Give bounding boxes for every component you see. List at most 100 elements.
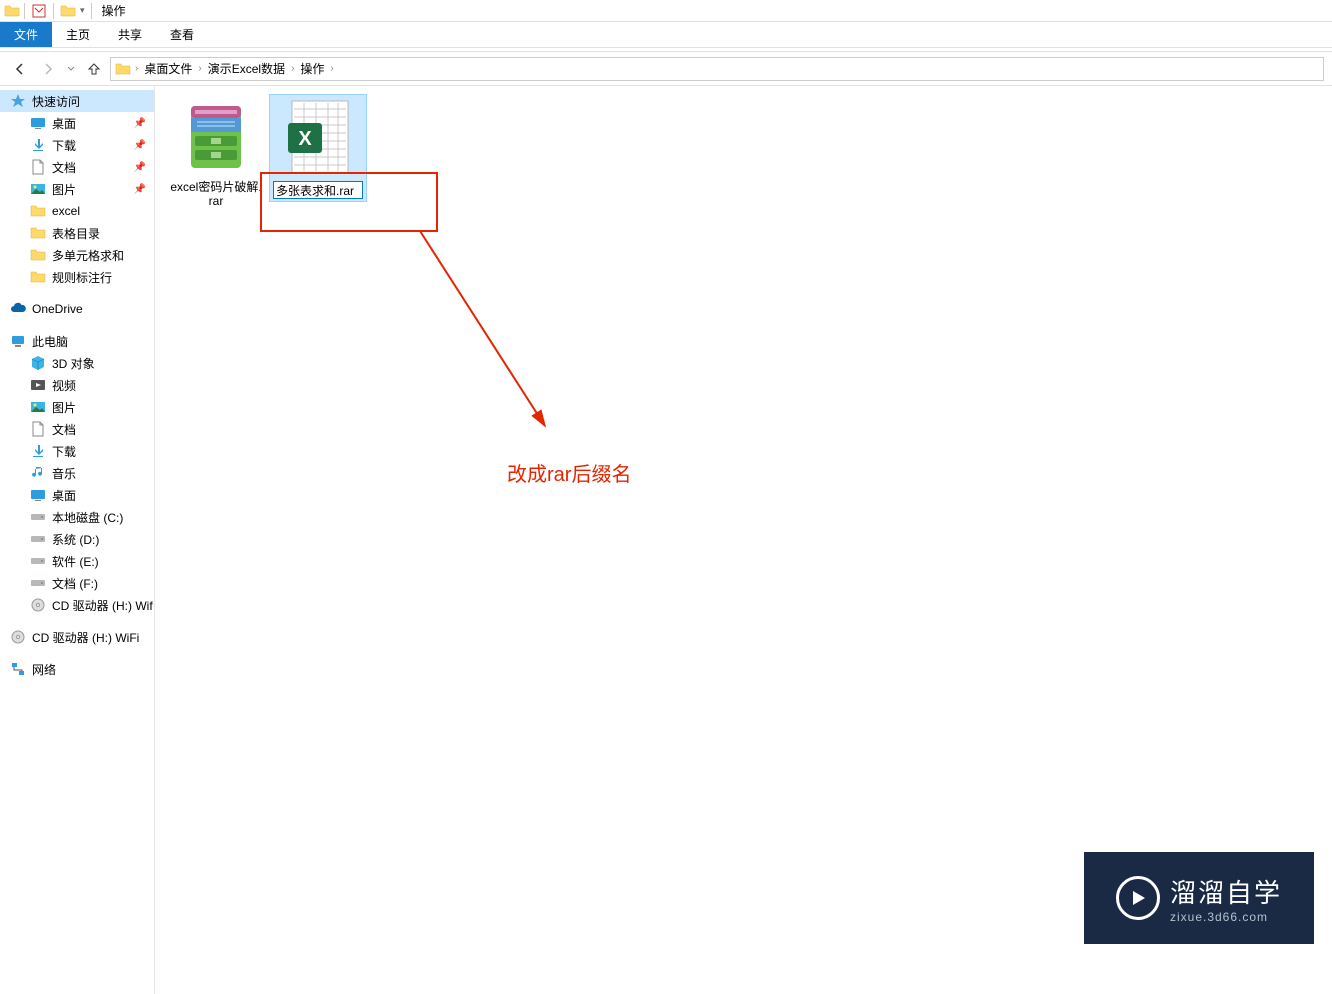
sidebar-label: 网络 (32, 661, 56, 678)
sidebar-pictures[interactable]: 图片 📌 (0, 178, 154, 200)
network-icon (10, 661, 26, 677)
quick-access-toolbar: ▾ (20, 3, 96, 19)
tab-share[interactable]: 共享 (104, 22, 156, 47)
breadcrumb[interactable]: › 桌面文件 › 演示Excel数据 › 操作 › (110, 57, 1324, 81)
download-icon (30, 443, 46, 459)
chevron-right-icon[interactable]: › (198, 63, 201, 74)
properties-icon[interactable] (31, 3, 47, 19)
music-icon (30, 465, 46, 481)
file-item-rar[interactable]: excel密码片破解.rar (167, 94, 265, 210)
sidebar-music[interactable]: 音乐 (0, 462, 154, 484)
sidebar-rule-annot[interactable]: 规则标注行 (0, 266, 154, 288)
chevron-down-icon[interactable]: ▾ (80, 5, 85, 16)
folder-icon[interactable] (60, 3, 76, 19)
tab-file[interactable]: 文件 (0, 22, 52, 47)
file-item-excel-selected[interactable]: X (269, 94, 367, 202)
forward-button[interactable] (36, 57, 60, 81)
sidebar-label: 系统 (D:) (52, 531, 99, 548)
file-thumb-excel: X (278, 97, 358, 177)
sidebar-quick-access[interactable]: 快速访问 (0, 90, 154, 112)
separator (24, 3, 25, 19)
picture-icon (30, 181, 46, 197)
sidebar-videos[interactable]: 视频 (0, 374, 154, 396)
sidebar-downloads2[interactable]: 下载 (0, 440, 154, 462)
sidebar-table-dir[interactable]: 表格目录 (0, 222, 154, 244)
back-button[interactable] (8, 57, 32, 81)
pin-icon: 📌 (134, 162, 146, 173)
sidebar-label: 图片 (52, 399, 76, 416)
disc-icon (10, 629, 26, 645)
pin-icon: 📌 (134, 140, 146, 151)
sidebar-cd-h[interactable]: CD 驱动器 (H:) Wif (0, 594, 154, 616)
sidebar-label: 视频 (52, 377, 76, 394)
sidebar-label: CD 驱动器 (H:) Wif (52, 597, 153, 614)
chevron-right-icon[interactable]: › (330, 63, 333, 74)
watermark-logo-icon (1116, 876, 1160, 920)
computer-icon (10, 333, 26, 349)
sidebar-documents[interactable]: 文档 📌 (0, 156, 154, 178)
recent-dropdown[interactable] (64, 57, 78, 81)
sidebar-network[interactable]: 网络 (0, 658, 154, 680)
ribbon-tabs: 文件 主页 共享 查看 (0, 22, 1332, 47)
sidebar-excel[interactable]: excel (0, 200, 154, 222)
chevron-right-icon[interactable]: › (291, 63, 294, 74)
sidebar-pictures2[interactable]: 图片 (0, 396, 154, 418)
sidebar-multi-cell-sum[interactable]: 多单元格求和 (0, 244, 154, 266)
sidebar-label: 本地磁盘 (C:) (52, 509, 123, 526)
sidebar-drive-d[interactable]: 系统 (D:) (0, 528, 154, 550)
navbar: › 桌面文件 › 演示Excel数据 › 操作 › (0, 52, 1332, 86)
sidebar-drive-e[interactable]: 软件 (E:) (0, 550, 154, 572)
breadcrumb-item[interactable]: 操作 (296, 60, 328, 77)
sidebar-label: 音乐 (52, 465, 76, 482)
disc-icon (30, 597, 46, 613)
watermark-sub: zixue.3d66.com (1170, 910, 1268, 924)
chevron-right-icon[interactable]: › (135, 63, 138, 74)
folder-icon (4, 3, 20, 19)
picture-icon (30, 399, 46, 415)
drive-icon (30, 531, 46, 547)
rename-input[interactable] (273, 181, 363, 199)
tab-view[interactable]: 查看 (156, 22, 208, 47)
sidebar-label: 下载 (52, 443, 76, 460)
sidebar-label: 桌面 (52, 115, 76, 132)
sidebar-desktop[interactable]: 桌面 📌 (0, 112, 154, 134)
breadcrumb-item[interactable]: 桌面文件 (140, 60, 196, 77)
sidebar-downloads[interactable]: 下载 📌 (0, 134, 154, 156)
sidebar-cd-h2[interactable]: CD 驱动器 (H:) WiFi (0, 626, 154, 648)
watermark: 溜溜自学 zixue.3d66.com (1084, 852, 1314, 944)
titlebar: ▾ 操作 (0, 0, 1332, 22)
sidebar-label: 下载 (52, 137, 76, 154)
sidebar-drive-c[interactable]: 本地磁盘 (C:) (0, 506, 154, 528)
annotation-text: 改成rar后缀名 (507, 458, 631, 487)
sidebar-this-pc[interactable]: 此电脑 (0, 330, 154, 352)
sidebar-label: 软件 (E:) (52, 553, 99, 570)
star-icon (10, 93, 26, 109)
download-icon (30, 137, 46, 153)
sidebar-label: 文档 (52, 159, 76, 176)
sidebar-desktop2[interactable]: 桌面 (0, 484, 154, 506)
sidebar-label: 快速访问 (32, 93, 80, 110)
folder-icon (115, 61, 131, 77)
drive-icon (30, 509, 46, 525)
folder-icon (30, 225, 46, 241)
annotation-arrow (415, 226, 555, 436)
sidebar-label: 多单元格求和 (52, 247, 124, 264)
sidebar-label: 此电脑 (32, 333, 68, 350)
sidebar-label: 规则标注行 (52, 269, 112, 286)
tab-home[interactable]: 主页 (52, 22, 104, 47)
sidebar-label: 文档 (52, 421, 76, 438)
separator (53, 3, 54, 19)
sidebar-onedrive[interactable]: OneDrive (0, 298, 154, 320)
cube-icon (30, 355, 46, 371)
sidebar-label: CD 驱动器 (H:) WiFi (32, 629, 139, 646)
sidebar-label: 3D 对象 (52, 355, 95, 372)
video-icon (30, 377, 46, 393)
up-button[interactable] (82, 57, 106, 81)
sidebar-drive-f[interactable]: 文档 (F:) (0, 572, 154, 594)
sidebar-documents2[interactable]: 文档 (0, 418, 154, 440)
file-thumb-archive (176, 96, 256, 176)
document-icon (30, 421, 46, 437)
folder-icon (30, 203, 46, 219)
sidebar-3d-objects[interactable]: 3D 对象 (0, 352, 154, 374)
breadcrumb-item[interactable]: 演示Excel数据 (204, 60, 289, 77)
